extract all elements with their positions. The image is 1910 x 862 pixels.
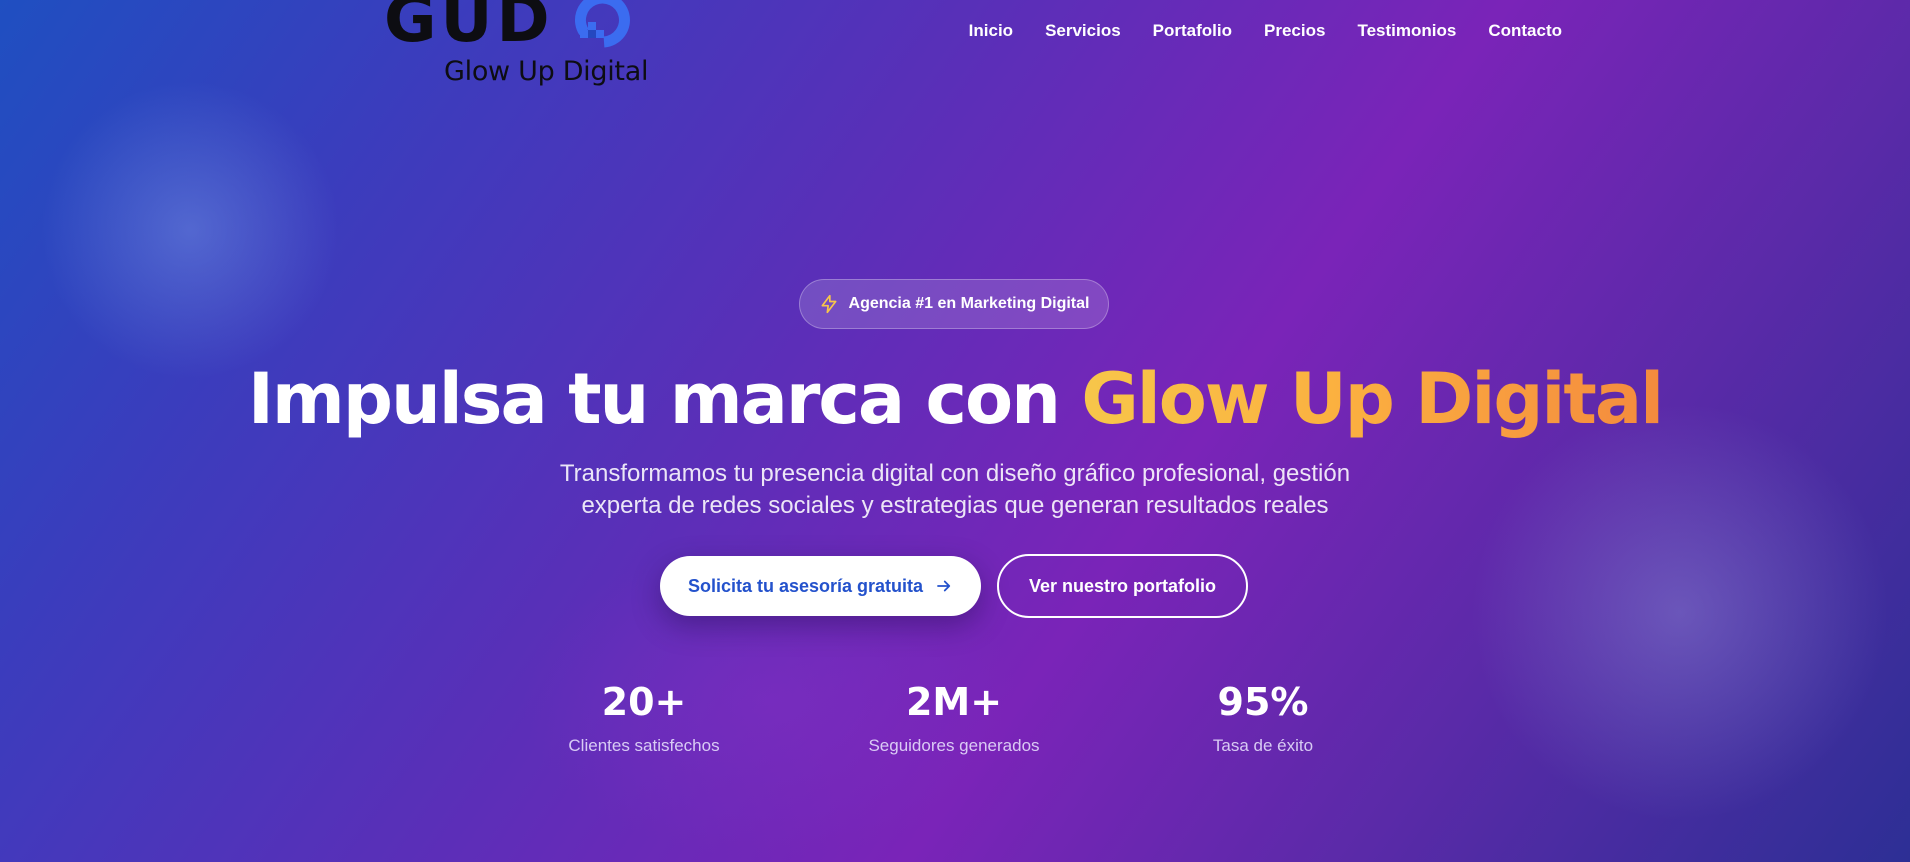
free-consultation-button[interactable]: Solicita tu asesoría gratuita (660, 556, 981, 616)
nav-link-precios[interactable]: Precios (1264, 21, 1325, 41)
background-glow (40, 80, 340, 380)
badge-text: Agencia #1 en Marketing Digital (848, 295, 1090, 312)
nav-link-servicios[interactable]: Servicios (1045, 21, 1121, 41)
primary-cta-label: Solicita tu asesoría gratuita (687, 575, 924, 596)
nav-link-portafolio[interactable]: Portafolio (1153, 21, 1232, 41)
nav-link-inicio[interactable]: Inicio (969, 21, 1013, 41)
stat-value: 95% (1217, 680, 1309, 724)
stat-label: Tasa de éxito (1212, 736, 1314, 755)
lightning-icon (821, 294, 837, 314)
brand-logo[interactable]: GUD Glow Up Digital (384, 0, 648, 90)
headline-accent: Glow Up Digital (1081, 358, 1664, 440)
logo-mark-icon (575, 0, 630, 48)
main-nav: Inicio Servicios Portafolio Precios Test… (969, 21, 1562, 41)
stat-clients: 20+ Clientes satisfechos (524, 680, 764, 756)
stat-label: Seguidores generados (868, 736, 1040, 755)
stat-followers: 2M+ Seguidores generados (834, 680, 1074, 756)
subtitle-line-1: Transformamos tu presencia digital con d… (559, 460, 1351, 487)
agency-badge: Agencia #1 en Marketing Digital (799, 279, 1109, 329)
nav-link-contacto[interactable]: Contacto (1488, 21, 1562, 41)
hero-headline: Impulsa tu marca con Glow Up Digital (0, 352, 1910, 446)
subtitle-line-2: experta de redes sociales y estrategias … (581, 492, 1329, 519)
arrow-right-icon (937, 580, 951, 592)
stat-label: Clientes satisfechos (568, 736, 720, 755)
background-glow (1470, 402, 1890, 822)
stat-success-rate: 95% Tasa de éxito (1143, 680, 1383, 756)
nav-link-testimonios[interactable]: Testimonios (1357, 21, 1456, 41)
secondary-cta-label: Ver nuestro portafolio (1028, 575, 1217, 596)
stat-value: 20+ (601, 680, 687, 724)
headline-main: Impulsa tu marca con (247, 358, 1061, 440)
hero-section: GUD Glow Up Digital Inicio Servicios Por… (0, 0, 1910, 862)
hero-subtitle: Transformamos tu presencia digital con d… (555, 458, 1355, 522)
stat-value: 2M+ (905, 680, 1003, 724)
view-portfolio-button[interactable]: Ver nuestro portafolio (997, 554, 1248, 618)
logo-tagline: Glow Up Digital (444, 56, 649, 87)
logo-wordmark: GUD (384, 0, 554, 57)
